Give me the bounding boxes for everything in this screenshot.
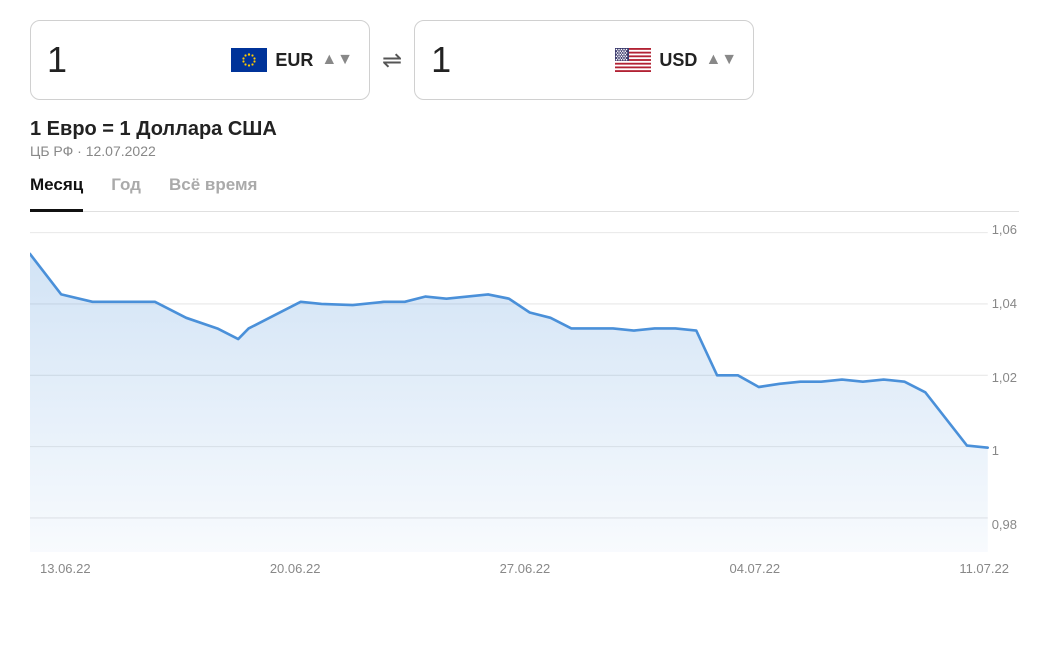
rate-source: ЦБ РФ · 12.07.2022 (30, 143, 1019, 159)
from-amount: 1 (47, 39, 67, 81)
converter-row: 1 (30, 20, 1019, 100)
x-label-5: 11.07.22 (959, 561, 1009, 576)
rate-info: 1 Евро = 1 Доллара США ЦБ РФ · 12.07.202… (30, 118, 1019, 159)
x-label-4: 04.07.22 (729, 561, 780, 576)
y-label-4: 1 (992, 443, 1017, 458)
rate-text: 1 Евро = 1 Доллара США (30, 118, 1019, 141)
y-label-5: 0,98 (992, 517, 1017, 532)
to-currency-arrow[interactable]: ▲▼ (705, 52, 737, 68)
x-label-2: 20.06.22 (270, 561, 321, 576)
chart-container: 1,06 1,04 1,02 1 0,98 13.06.22 20.06.22 … (30, 222, 1019, 602)
to-currency-selector[interactable]: USD ▲▼ (615, 48, 737, 72)
y-axis-labels: 1,06 1,04 1,02 1 0,98 (992, 222, 1019, 532)
y-label-1: 1,06 (992, 222, 1017, 237)
to-currency-code: USD (659, 50, 697, 71)
period-tabs: Месяц Год Всё время (30, 175, 1019, 212)
tab-alltime[interactable]: Всё время (169, 175, 257, 203)
x-label-3: 27.06.22 (500, 561, 551, 576)
chart-svg (30, 222, 1019, 552)
from-currency-arrow[interactable]: ▲▼ (321, 52, 353, 68)
from-currency-selector[interactable]: EUR ▲▼ (231, 48, 353, 72)
x-label-1: 13.06.22 (40, 561, 91, 576)
y-label-3: 1,02 (992, 370, 1017, 385)
y-label-2: 1,04 (992, 296, 1017, 311)
to-amount: 1 (431, 39, 451, 81)
to-currency-box[interactable]: 1 (414, 20, 754, 100)
tab-month[interactable]: Месяц (30, 175, 83, 212)
swap-button[interactable]: ⇌ (382, 46, 402, 75)
tab-year[interactable]: Год (111, 175, 141, 203)
x-axis-labels: 13.06.22 20.06.22 27.06.22 04.07.22 11.0… (30, 561, 1019, 576)
eur-flag-icon (231, 48, 267, 72)
usd-flag-icon (615, 48, 651, 72)
from-currency-box[interactable]: 1 (30, 20, 370, 100)
from-currency-code: EUR (275, 50, 313, 71)
